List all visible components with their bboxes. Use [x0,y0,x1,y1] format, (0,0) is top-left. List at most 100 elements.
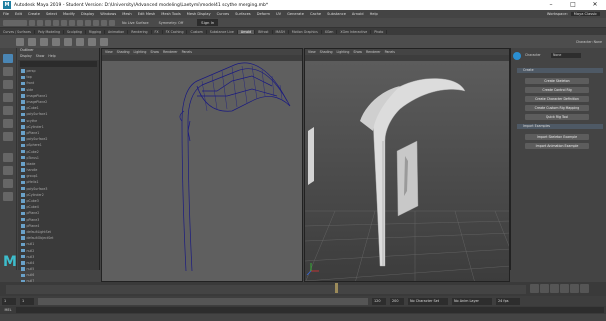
vp2-menu-shading[interactable]: Shading [320,50,333,54]
tab-arnold[interactable]: Arnold [237,29,256,34]
scale-tool-icon[interactable] [3,119,13,128]
quick-rig-tool-button[interactable]: Quick Rig Tool [525,114,589,120]
layout-two-icon[interactable] [3,179,13,188]
vp1-menu-renderer[interactable]: Renderer [163,50,178,54]
fps-select[interactable]: 24 fps [496,297,520,305]
persp-viewport[interactable]: View Shading Lighting Show Renderer Pane… [304,48,510,282]
vp1-menu-panels[interactable]: Panels [182,50,192,54]
start-time-field[interactable]: 1 [2,297,16,305]
time-slider-track[interactable] [6,285,526,294]
outliner-menu-display[interactable]: Display [20,54,32,60]
modeling-menu-icon[interactable] [3,19,27,26]
menu-edit-mesh[interactable]: Edit Mesh [135,12,159,16]
tab-custom[interactable]: Custom [187,29,207,34]
tab-animation[interactable]: Animation [105,29,129,34]
tab-fx[interactable]: FX [152,29,163,34]
snap-point-icon[interactable] [109,19,115,26]
menu-mesh-display[interactable]: Mesh Display [184,12,214,16]
hik-character-select[interactable]: None [551,53,581,58]
layout-four-icon[interactable] [3,166,13,175]
create-skeleton-button[interactable]: Create Skeleton [525,78,589,84]
menu-arnold[interactable]: Arnold [349,12,367,16]
physical-sky-icon[interactable] [76,37,84,46]
import-skeleton-example-button[interactable]: Import Skeleton Example [525,134,589,140]
tab-motion-graphics[interactable]: Motion Graphics [289,29,322,34]
tab-photo[interactable]: Photo [371,29,388,34]
range-end-field[interactable]: 120 [372,297,386,305]
no-anim-layer-select[interactable]: No Anim Layer [452,297,492,305]
command-input[interactable] [16,307,604,313]
tab-xgen-interactive[interactable]: XGen Interactive [337,29,372,34]
tab-substance-live[interactable]: Substance Live [207,29,238,34]
close-button[interactable]: ✕ [584,0,606,10]
vp1-menu-lighting[interactable]: Lighting [134,50,147,54]
tab-mash[interactable]: MASH [273,29,289,34]
menu-surfaces[interactable]: Surfaces [232,12,254,16]
outliner-menu-show[interactable]: Show [36,54,45,60]
tab-fx-caching[interactable]: FX Caching [163,29,188,34]
tab-rendering[interactable]: Rendering [128,29,152,34]
range-start-field[interactable]: 1 [20,297,34,305]
play-forward-icon[interactable] [560,284,569,293]
go-to-start-icon[interactable] [530,284,539,293]
tab-bifrost[interactable]: Bifrost [255,29,273,34]
menu-file[interactable]: File [0,12,12,16]
create-character-definition-button[interactable]: Create Character Definition [525,96,589,102]
select-hierarchy-icon[interactable] [69,19,75,26]
menu-select[interactable]: Select [43,12,60,16]
play-back-icon[interactable] [550,284,559,293]
move-tool-icon[interactable] [3,93,13,102]
menu-uv[interactable]: UV [273,12,284,16]
create-control-rig-button[interactable]: Create Control Rig [525,87,589,93]
step-back-icon[interactable] [540,284,549,293]
layout-single-icon[interactable] [3,153,13,162]
menu-mesh-tools[interactable]: Mesh Tools [158,12,183,16]
create-custom-rig-mapping-button[interactable]: Create Custom Rig Mapping [525,105,589,111]
import-examples-section[interactable]: Import Examples [517,124,603,129]
end-time-field[interactable]: 200 [390,297,404,305]
mel-label[interactable]: MEL [0,308,16,312]
current-time-marker[interactable] [335,283,338,293]
range-slider[interactable] [38,297,368,305]
outliner-layout-icon[interactable] [3,192,13,201]
vp2-menu-renderer[interactable]: Renderer [366,50,381,54]
select-component-icon[interactable] [85,19,91,26]
photometric-light-icon[interactable] [52,37,60,46]
redo-icon[interactable] [61,19,67,26]
menu-edit[interactable]: Edit [12,12,25,16]
mesh-light-icon[interactable] [40,37,48,46]
vp1-menu-show[interactable]: Show [150,50,159,54]
vp2-menu-show[interactable]: Show [353,50,362,54]
menu-display[interactable]: Display [78,12,97,16]
maximize-button[interactable]: □ [562,0,584,10]
select-object-icon[interactable] [77,19,83,26]
outliner-search-input[interactable] [20,61,97,67]
tab-poly-modeling[interactable]: Poly Modeling [35,29,65,34]
new-scene-icon[interactable] [29,19,35,26]
snap-curve-icon[interactable] [101,19,107,26]
vp1-menu-shading[interactable]: Shading [117,50,130,54]
vp2-menu-lighting[interactable]: Lighting [337,50,350,54]
rotate-tool-icon[interactable] [3,106,13,115]
vp2-menu-panels[interactable]: Panels [385,50,395,54]
menu-cache[interactable]: Cache [307,12,324,16]
menu-deform[interactable]: Deform [254,12,273,16]
minimize-button[interactable]: – [540,0,562,10]
step-forward-icon[interactable] [570,284,579,293]
no-character-set-select[interactable]: No Character Set [408,297,448,305]
light-portal-icon[interactable] [88,37,96,46]
side-viewport[interactable]: View Shading Lighting Show Renderer Pane… [101,48,303,282]
open-scene-icon[interactable] [37,19,43,26]
undo-icon[interactable] [53,19,59,26]
tab-xgen[interactable]: XGen [322,29,338,34]
menu-modify[interactable]: Modify [60,12,78,16]
vp2-menu-view[interactable]: View [308,50,316,54]
tab-rigging[interactable]: Rigging [86,29,105,34]
select-tool-icon[interactable] [3,54,13,63]
tab-curves-surfaces[interactable]: Curves / Surfaces [0,29,35,34]
menu-generate[interactable]: Generate [284,12,307,16]
area-light-icon[interactable] [28,37,36,46]
snap-grid-icon[interactable] [93,19,99,26]
lasso-tool-icon[interactable] [3,67,13,76]
symmetry-field[interactable]: Symmetry: Off [159,21,184,25]
